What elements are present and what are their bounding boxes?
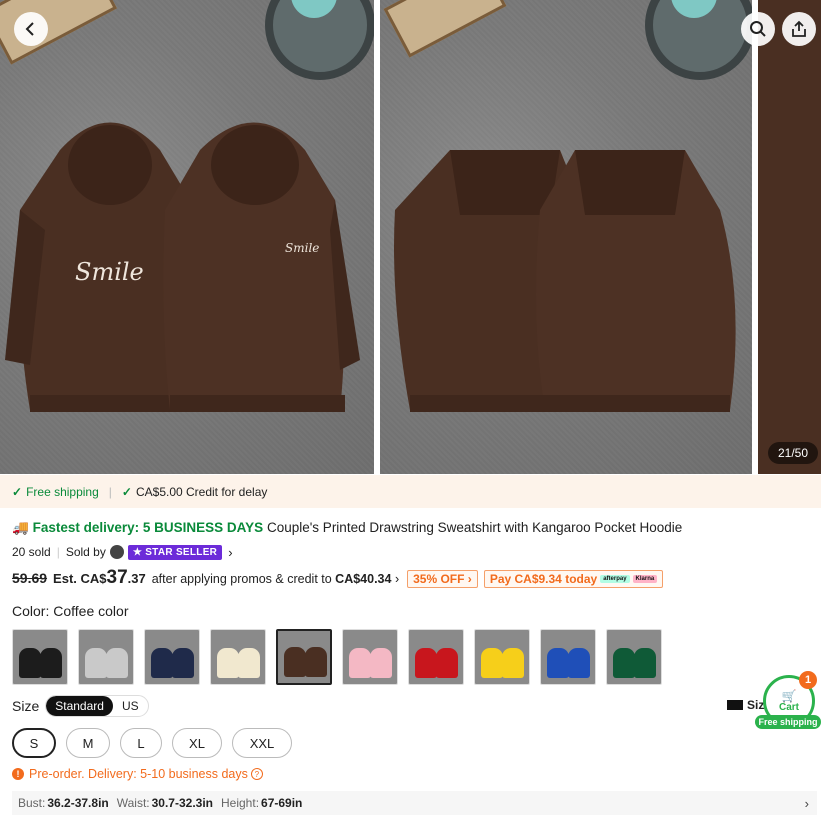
- swatch-hoodie: [172, 648, 194, 678]
- bust-value: 36.2-37.8in: [47, 796, 109, 810]
- sold-count: 20 sold: [12, 545, 51, 559]
- color-swatch-blue[interactable]: [540, 629, 596, 685]
- est-price-whole: 37: [106, 567, 128, 588]
- swatch-hoodie: [106, 648, 128, 678]
- color-swatch-red[interactable]: [408, 629, 464, 685]
- size-options[interactable]: S M L XL XXL: [12, 728, 302, 758]
- original-price: 59.69: [12, 570, 48, 586]
- color-swatch-green[interactable]: [606, 629, 662, 685]
- swatch-hoodie: [613, 648, 635, 678]
- hoodie-front-illustration: Smile Smile: [5, 122, 360, 412]
- est-price-cents: .37: [127, 571, 146, 586]
- color-swatch-pink[interactable]: [342, 629, 398, 685]
- swatch-hoodie: [415, 648, 437, 678]
- swatch-hoodie: [349, 648, 371, 678]
- color-swatch-coffee[interactable]: [276, 629, 332, 685]
- swatch-hoodie: [502, 648, 524, 678]
- divider: |: [56, 545, 60, 559]
- star-seller-badge[interactable]: ★ STAR SELLER: [127, 544, 223, 560]
- product-image-front[interactable]: Smile Smile: [0, 0, 374, 474]
- product-image-gallery[interactable]: Smile Smile 21/50: [0, 0, 821, 474]
- size-standard-option[interactable]: Standard: [46, 696, 113, 716]
- selected-color-name: Coffee color: [53, 603, 129, 619]
- size-option-xxl[interactable]: XXL: [232, 728, 292, 758]
- store-logo-icon[interactable]: [109, 545, 124, 559]
- size-option-s[interactable]: S: [12, 728, 56, 758]
- color-swatch-list[interactable]: [12, 629, 672, 685]
- check-icon: ✓: [12, 484, 23, 499]
- swatch-hoodie: [151, 648, 173, 678]
- pay-later-tag[interactable]: Pay CA$9.34 today afterpay Klarna: [483, 570, 664, 588]
- promo-explainer[interactable]: after applying promos & credit to CA$40.…: [152, 572, 399, 586]
- check-icon: ✓: [121, 484, 132, 499]
- seller-info-row[interactable]: 20 sold | Sold by ★ STAR SELLER ›: [12, 543, 233, 561]
- product-title: 🚚 Fastest delivery: 5 BUSINESS DAYS Coup…: [12, 519, 812, 536]
- swatch-hoodie: [85, 648, 107, 678]
- help-icon[interactable]: ?: [250, 768, 263, 780]
- shipping-benefits-bar[interactable]: ✓ Free shipping | ✓ CA$5.00 Credit for d…: [0, 475, 821, 508]
- klarna-logo: Klarna: [632, 575, 658, 583]
- preorder-notice[interactable]: ! Pre-order. Delivery: 5-10 business day…: [12, 767, 263, 781]
- swatch-hoodie: [481, 648, 503, 678]
- chevron-right-icon[interactable]: ›: [228, 545, 232, 560]
- swatch-hoodie: [40, 648, 62, 678]
- swatch-hoodie: [634, 648, 656, 678]
- swatch-hoodie: [305, 647, 327, 677]
- waist-value: 30.7-32.3in: [151, 796, 213, 810]
- swatch-hoodie: [436, 648, 458, 678]
- delay-credit-text: CA$5.00 Credit for delay: [135, 484, 268, 499]
- cart-count-badge: 1: [799, 671, 817, 689]
- search-icon[interactable]: [741, 12, 775, 46]
- color-swatch-apricot[interactable]: [210, 629, 266, 685]
- size-option-xl[interactable]: XL: [172, 728, 222, 758]
- est-price-prefix: Est. CA$: [53, 571, 107, 586]
- product-name: Couple's Printed Drawstring Sweatshirt w…: [266, 520, 683, 535]
- color-swatch-gray[interactable]: [78, 629, 134, 685]
- size-option-l[interactable]: L: [120, 728, 162, 758]
- ruler-icon: [727, 700, 743, 710]
- product-image-back[interactable]: [380, 0, 752, 474]
- swatch-hoodie: [284, 647, 306, 677]
- divider: |: [108, 484, 112, 499]
- chevron-right-icon[interactable]: ›: [805, 796, 809, 811]
- swatch-hoodie: [370, 648, 392, 678]
- size-option-m[interactable]: M: [66, 728, 110, 758]
- size-header: Size Standard US: [12, 695, 149, 717]
- height-value: 67-69in: [261, 796, 303, 810]
- swatch-hoodie: [547, 648, 569, 678]
- free-shipping-text: Free shipping: [26, 484, 99, 499]
- sold-by-label: Sold by: [65, 545, 106, 559]
- color-label: Color: Coffee color: [12, 603, 129, 619]
- color-swatch-navy[interactable]: [144, 629, 200, 685]
- cart-label: Cart: [778, 701, 799, 713]
- cart-icon: 🛒: [781, 688, 797, 703]
- back-arrow-icon[interactable]: [14, 12, 48, 46]
- hoodie-back-illustration: [394, 150, 736, 412]
- size-measurements-row[interactable]: Bust: 36.2-37.8in Waist: 30.7-32.3in Hei…: [12, 791, 817, 815]
- svg-text:Smile: Smile: [75, 258, 144, 286]
- swatch-hoodie: [568, 648, 590, 678]
- svg-text:Smile: Smile: [285, 241, 319, 255]
- price-row[interactable]: 59.69 Est. CA$ 37 .37 after applying pro…: [12, 567, 664, 591]
- afterpay-logo: afterpay: [600, 575, 630, 583]
- truck-icon: 🚚: [12, 520, 29, 535]
- image-counter: 21/50: [768, 442, 818, 464]
- clock-icon: !: [12, 768, 24, 780]
- share-icon[interactable]: [782, 12, 816, 46]
- swatch-hoodie: [217, 648, 239, 678]
- size-us-option[interactable]: US: [113, 696, 148, 716]
- color-swatch-black[interactable]: [12, 629, 68, 685]
- discount-tag[interactable]: 35% OFF ›: [407, 570, 478, 588]
- cart-free-shipping-label: Free shipping: [755, 715, 821, 729]
- swatch-hoodie: [19, 648, 41, 678]
- floating-cart-button[interactable]: 🛒 Cart 1 Free shipping: [755, 671, 821, 729]
- fastest-delivery-label: Fastest delivery: 5 BUSINESS DAYS: [32, 520, 264, 535]
- color-swatch-yellow[interactable]: [474, 629, 530, 685]
- size-system-toggle[interactable]: Standard US: [45, 695, 149, 717]
- product-image-next[interactable]: [758, 0, 821, 474]
- swatch-hoodie: [238, 648, 260, 678]
- size-label: Size: [12, 698, 40, 714]
